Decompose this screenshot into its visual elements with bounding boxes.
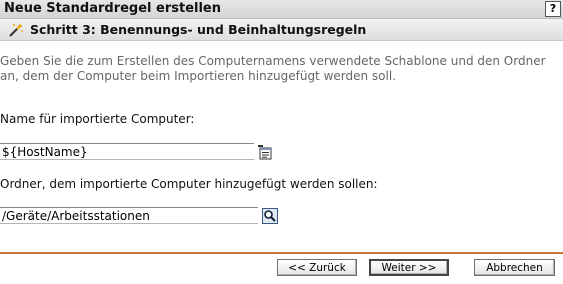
step-title: Schritt 3: Benennungs- und Beinhaltungsr… xyxy=(30,22,367,37)
folder-input[interactable] xyxy=(0,207,258,224)
window-title: Neue Standardregel erstellen xyxy=(4,1,222,16)
footer-divider xyxy=(0,252,563,254)
computer-name-label: Name für importierte Computer: xyxy=(0,112,195,126)
next-button[interactable]: Weiter >> xyxy=(369,259,449,276)
folder-label: Ordner, dem importierte Computer hinzuge… xyxy=(0,177,378,191)
step-description: Geben Sie die zum Erstellen des Computer… xyxy=(0,54,546,83)
browse-search-icon[interactable] xyxy=(262,208,278,224)
wand-icon xyxy=(9,23,23,37)
back-button[interactable]: << Zurück xyxy=(277,259,357,276)
cancel-button[interactable]: Abbrechen xyxy=(474,259,555,276)
window-titlebar: Neue Standardregel erstellen ? xyxy=(0,0,563,19)
help-button[interactable]: ? xyxy=(545,1,561,17)
variable-picker-icon[interactable] xyxy=(257,144,273,160)
computer-name-input[interactable] xyxy=(0,143,254,160)
step-header: Schritt 3: Benennungs- und Beinhaltungsr… xyxy=(0,19,563,41)
